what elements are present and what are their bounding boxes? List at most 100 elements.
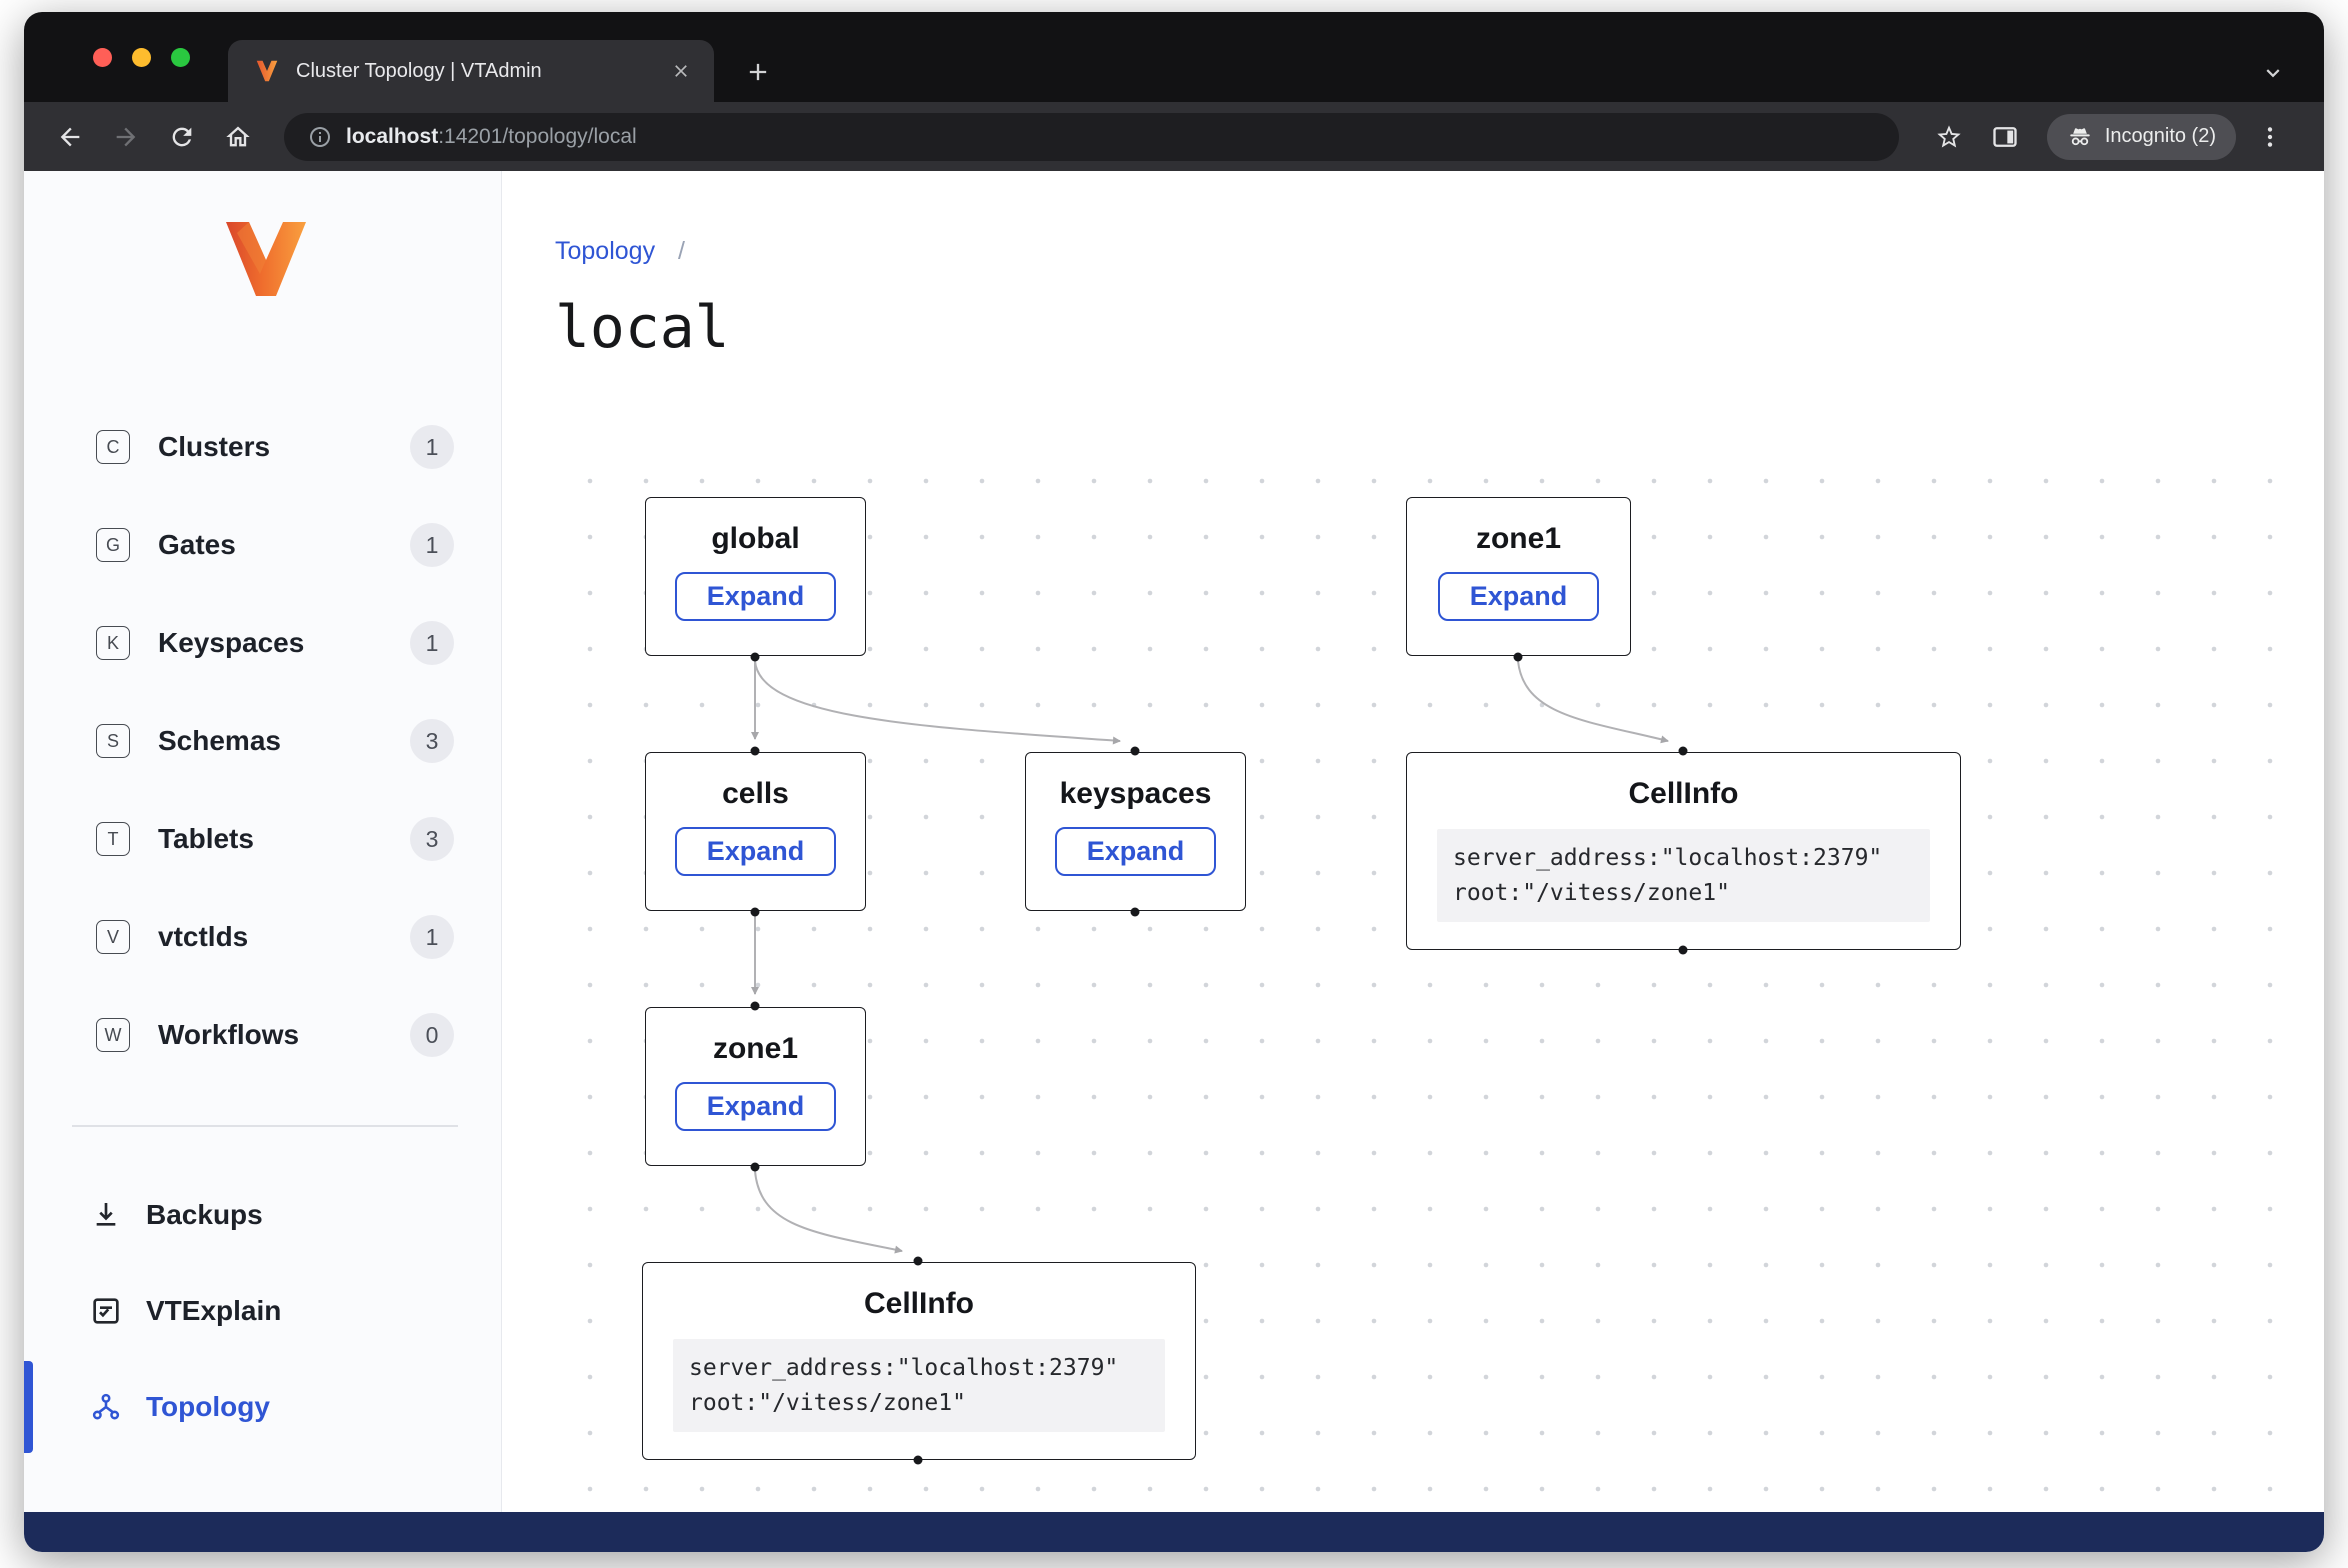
active-nav-indicator <box>24 1361 33 1453</box>
tab-close-icon[interactable] <box>668 58 694 84</box>
topology-page: Topology / local <box>502 171 2324 1512</box>
sidebar-item-keyspaces[interactable]: K Keyspaces 1 <box>24 594 502 692</box>
home-icon <box>224 123 252 151</box>
browser-menu-button[interactable] <box>2246 113 2294 161</box>
node-cells: cells Expand <box>645 752 866 911</box>
node-cellinfo-bottom: CellInfo server_address:"localhost:2379"… <box>642 1262 1196 1460</box>
node-title: cells <box>646 777 865 811</box>
macos-close-button[interactable] <box>93 48 112 67</box>
browser-tab[interactable]: Cluster Topology | VTAdmin <box>228 40 714 102</box>
topology-icon <box>90 1391 122 1423</box>
vitess-favicon <box>254 58 280 84</box>
download-icon <box>90 1199 122 1231</box>
code-line: root:"/vitess/zone1" <box>689 1386 1149 1421</box>
count-badge: 3 <box>410 817 454 861</box>
node-title: zone1 <box>1407 522 1630 556</box>
macos-minimize-button[interactable] <box>132 48 151 67</box>
sidebar-item-label: Workflows <box>158 1019 299 1051</box>
side-panel-icon <box>1991 123 2019 151</box>
forward-arrow-icon <box>112 123 140 151</box>
sidebar-item-label: Keyspaces <box>158 627 304 659</box>
kebab-menu-icon <box>2257 124 2283 150</box>
expand-button[interactable]: Expand <box>675 827 837 876</box>
home-button[interactable] <box>214 113 262 161</box>
count-badge: 0 <box>410 1013 454 1057</box>
count-badge: 3 <box>410 719 454 763</box>
macos-zoom-button[interactable] <box>171 48 190 67</box>
sidebar-item-workflows[interactable]: W Workflows 0 <box>24 986 502 1084</box>
expand-button[interactable]: Expand <box>675 572 837 621</box>
incognito-label: Incognito (2) <box>2105 125 2216 148</box>
sidebar-item-gates[interactable]: G Gates 1 <box>24 496 502 594</box>
sidebar-divider <box>72 1125 458 1127</box>
star-icon <box>1935 123 1963 151</box>
browser-window: Cluster Topology | VTAdmin localhost:14 <box>24 12 2324 1552</box>
back-button[interactable] <box>46 113 94 161</box>
footer-bar <box>24 1512 2324 1552</box>
sidebar-item-vtctlds[interactable]: V vtctlds 1 <box>24 888 502 986</box>
node-global: global Expand <box>645 497 866 656</box>
gates-icon: G <box>96 528 130 562</box>
sidebar-item-label: Schemas <box>158 725 281 757</box>
node-title: global <box>646 522 865 556</box>
sidebar-item-vtexplain[interactable]: VTExplain <box>24 1263 502 1359</box>
tab-title: Cluster Topology | VTAdmin <box>296 60 668 83</box>
plus-icon <box>744 58 772 86</box>
page-title: local <box>555 293 730 361</box>
breadcrumb-separator: / <box>678 237 685 265</box>
expand-button[interactable]: Expand <box>1055 827 1217 876</box>
side-panel-button[interactable] <box>1981 113 2029 161</box>
code-line: server_address:"localhost:2379" <box>689 1351 1149 1386</box>
tab-search-button[interactable] <box>2256 56 2290 90</box>
workflows-icon: W <box>96 1018 130 1052</box>
document-check-icon <box>90 1295 122 1327</box>
sidebar-item-tablets[interactable]: T Tablets 3 <box>24 790 502 888</box>
chevron-down-icon <box>2260 60 2286 86</box>
bookmark-button[interactable] <box>1925 113 1973 161</box>
cellinfo-code: server_address:"localhost:2379" root:"/v… <box>673 1339 1165 1432</box>
node-keyspaces: keyspaces Expand <box>1025 752 1246 911</box>
breadcrumb-topology-link[interactable]: Topology <box>555 237 655 265</box>
node-title: zone1 <box>646 1032 865 1066</box>
breadcrumb: Topology / <box>555 237 685 266</box>
back-arrow-icon <box>56 123 84 151</box>
new-tab-button[interactable] <box>740 54 776 90</box>
node-zone1-top: zone1 Expand <box>1406 497 1631 656</box>
sidebar-item-label: Gates <box>158 529 236 561</box>
expand-button[interactable]: Expand <box>1438 572 1600 621</box>
vitess-logo <box>222 217 310 301</box>
incognito-badge[interactable]: Incognito (2) <box>2047 114 2236 160</box>
browser-toolbar: localhost:14201/topology/local Incognito… <box>24 102 2324 171</box>
sidebar: C Clusters 1 G Gates 1 K Keyspaces 1 S S… <box>24 171 502 1512</box>
reload-icon <box>168 123 196 151</box>
sidebar-item-clusters[interactable]: C Clusters 1 <box>24 398 502 496</box>
sidebar-item-topology[interactable]: Topology <box>24 1359 502 1455</box>
info-icon[interactable] <box>308 125 332 149</box>
sidebar-item-label: Clusters <box>158 431 270 463</box>
vtctlds-icon: V <box>96 920 130 954</box>
count-badge: 1 <box>410 425 454 469</box>
incognito-icon <box>2067 124 2093 150</box>
sidebar-item-label: VTExplain <box>146 1295 281 1327</box>
cellinfo-code: server_address:"localhost:2379" root:"/v… <box>1437 829 1930 922</box>
sidebar-item-label: Tablets <box>158 823 254 855</box>
schemas-icon: S <box>96 724 130 758</box>
count-badge: 1 <box>410 621 454 665</box>
sidebar-item-backups[interactable]: Backups <box>24 1167 502 1263</box>
count-badge: 1 <box>410 915 454 959</box>
node-cellinfo-right: CellInfo server_address:"localhost:2379"… <box>1406 752 1961 950</box>
code-line: root:"/vitess/zone1" <box>1453 876 1914 911</box>
expand-button[interactable]: Expand <box>675 1082 837 1131</box>
node-title: keyspaces <box>1026 777 1245 811</box>
sidebar-item-label: vtctlds <box>158 921 248 953</box>
clusters-icon: C <box>96 430 130 464</box>
address-bar[interactable]: localhost:14201/topology/local <box>284 113 1899 161</box>
keyspaces-icon: K <box>96 626 130 660</box>
sidebar-item-schemas[interactable]: S Schemas 3 <box>24 692 502 790</box>
node-title: CellInfo <box>1407 777 1960 811</box>
count-badge: 1 <box>410 523 454 567</box>
reload-button[interactable] <box>158 113 206 161</box>
forward-button[interactable] <box>102 113 150 161</box>
tablets-icon: T <box>96 822 130 856</box>
sidebar-item-label: Backups <box>146 1199 263 1231</box>
